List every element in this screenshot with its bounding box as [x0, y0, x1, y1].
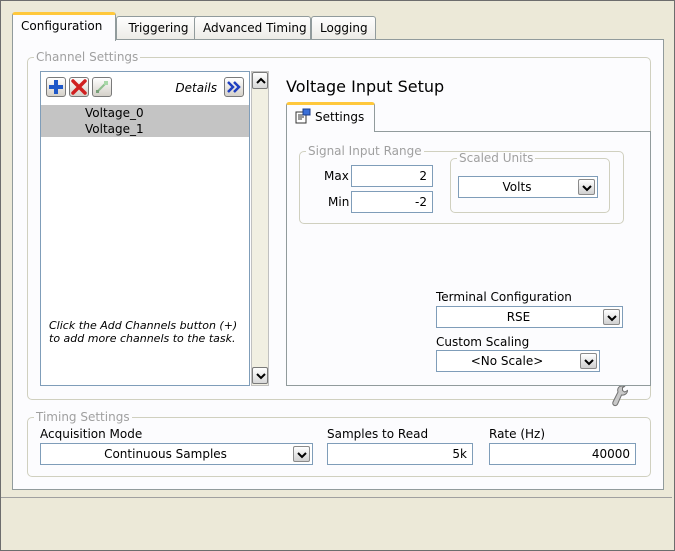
- timing-settings-legend: Timing Settings: [36, 410, 130, 424]
- double-chevron-right-icon: [227, 81, 241, 93]
- voltage-input-setup-title: Voltage Input Setup: [286, 77, 445, 96]
- wrench-icon[interactable]: [611, 385, 629, 407]
- channel-item-voltage-0[interactable]: Voltage_0: [41, 105, 249, 121]
- chevron-down-icon: [582, 185, 592, 192]
- channel-item-voltage-1[interactable]: Voltage_1: [41, 121, 249, 137]
- details-button[interactable]: [224, 77, 244, 97]
- signal-input-range-legend: Signal Input Range: [308, 144, 422, 158]
- scroll-down-button[interactable]: [252, 367, 268, 384]
- min-label: Min: [328, 195, 350, 209]
- bottom-panel: [1, 497, 672, 549]
- scroll-up-button[interactable]: [252, 72, 268, 89]
- chevron-up-icon: [256, 77, 266, 84]
- x-icon: [71, 79, 87, 95]
- chevron-down-icon: [607, 315, 617, 322]
- tab-logging[interactable]: Logging: [311, 16, 376, 40]
- scaled-units-dropdown-button[interactable]: [578, 179, 595, 195]
- min-input[interactable]: -2: [351, 191, 433, 213]
- terminal-configuration-select[interactable]: RSE: [436, 306, 623, 328]
- samples-to-read-input[interactable]: 5k: [327, 443, 473, 465]
- chevron-down-icon: [297, 452, 307, 459]
- acquisition-mode-value: Continuous Samples: [104, 447, 227, 461]
- channel-settings-legend: Channel Settings: [36, 50, 139, 64]
- scaled-units-select[interactable]: Volts: [458, 176, 598, 198]
- configuration-tab-pane: Channel Settings Details Voltage_0 Volta…: [12, 39, 664, 490]
- channel-props-icon: [96, 81, 108, 93]
- custom-scaling-dropdown-button[interactable]: [580, 353, 597, 369]
- details-label: Details: [175, 81, 217, 95]
- plus-icon: [49, 80, 63, 94]
- channel-list[interactable]: Details Voltage_0 Voltage_1 Click the Ad…: [40, 71, 250, 386]
- main-tab-bar: Configuration Triggering Advanced Timing…: [12, 12, 672, 41]
- rate-input[interactable]: 40000: [489, 443, 636, 465]
- tab-settings-label: Settings: [315, 110, 365, 124]
- rate-label: Rate (Hz): [489, 427, 546, 441]
- custom-scaling-value: <No Scale>: [470, 354, 544, 368]
- scaled-units-value: Volts: [502, 180, 532, 194]
- max-label: Max: [324, 169, 349, 183]
- terminal-configuration-dropdown-button[interactable]: [603, 309, 620, 325]
- channel-properties-button[interactable]: [92, 77, 112, 97]
- custom-scaling-label: Custom Scaling: [436, 335, 530, 349]
- custom-scaling-select[interactable]: <No Scale>: [436, 350, 600, 372]
- settings-tab-pane: Signal Input Range Max 2 Min -2 Scaled U…: [286, 131, 651, 386]
- terminal-configuration-value: RSE: [506, 310, 531, 324]
- chevron-down-icon: [256, 373, 266, 380]
- add-channel-button[interactable]: [46, 77, 66, 97]
- tab-advanced-timing[interactable]: Advanced Timing: [194, 16, 311, 40]
- tab-configuration[interactable]: Configuration: [12, 12, 116, 41]
- tab-settings[interactable]: Settings: [286, 102, 376, 132]
- acquisition-mode-select[interactable]: Continuous Samples: [40, 443, 313, 465]
- scaled-units-legend: Scaled Units: [459, 151, 534, 165]
- remove-channel-button[interactable]: [69, 77, 89, 97]
- terminal-configuration-label: Terminal Configuration: [436, 290, 572, 304]
- channel-list-scrollbar[interactable]: [251, 71, 269, 386]
- tab-triggering[interactable]: Triggering: [116, 16, 201, 40]
- add-channels-hint: Click the Add Channels button (+) to add…: [49, 319, 238, 345]
- samples-to-read-label: Samples to Read: [327, 427, 429, 441]
- settings-icon: [295, 108, 311, 124]
- acquisition-mode-dropdown-button[interactable]: [293, 446, 310, 462]
- max-input[interactable]: 2: [351, 165, 433, 187]
- channel-list-toolbar: Details: [41, 72, 249, 102]
- chevron-down-icon: [584, 359, 594, 366]
- acquisition-mode-label: Acquisition Mode: [40, 427, 143, 441]
